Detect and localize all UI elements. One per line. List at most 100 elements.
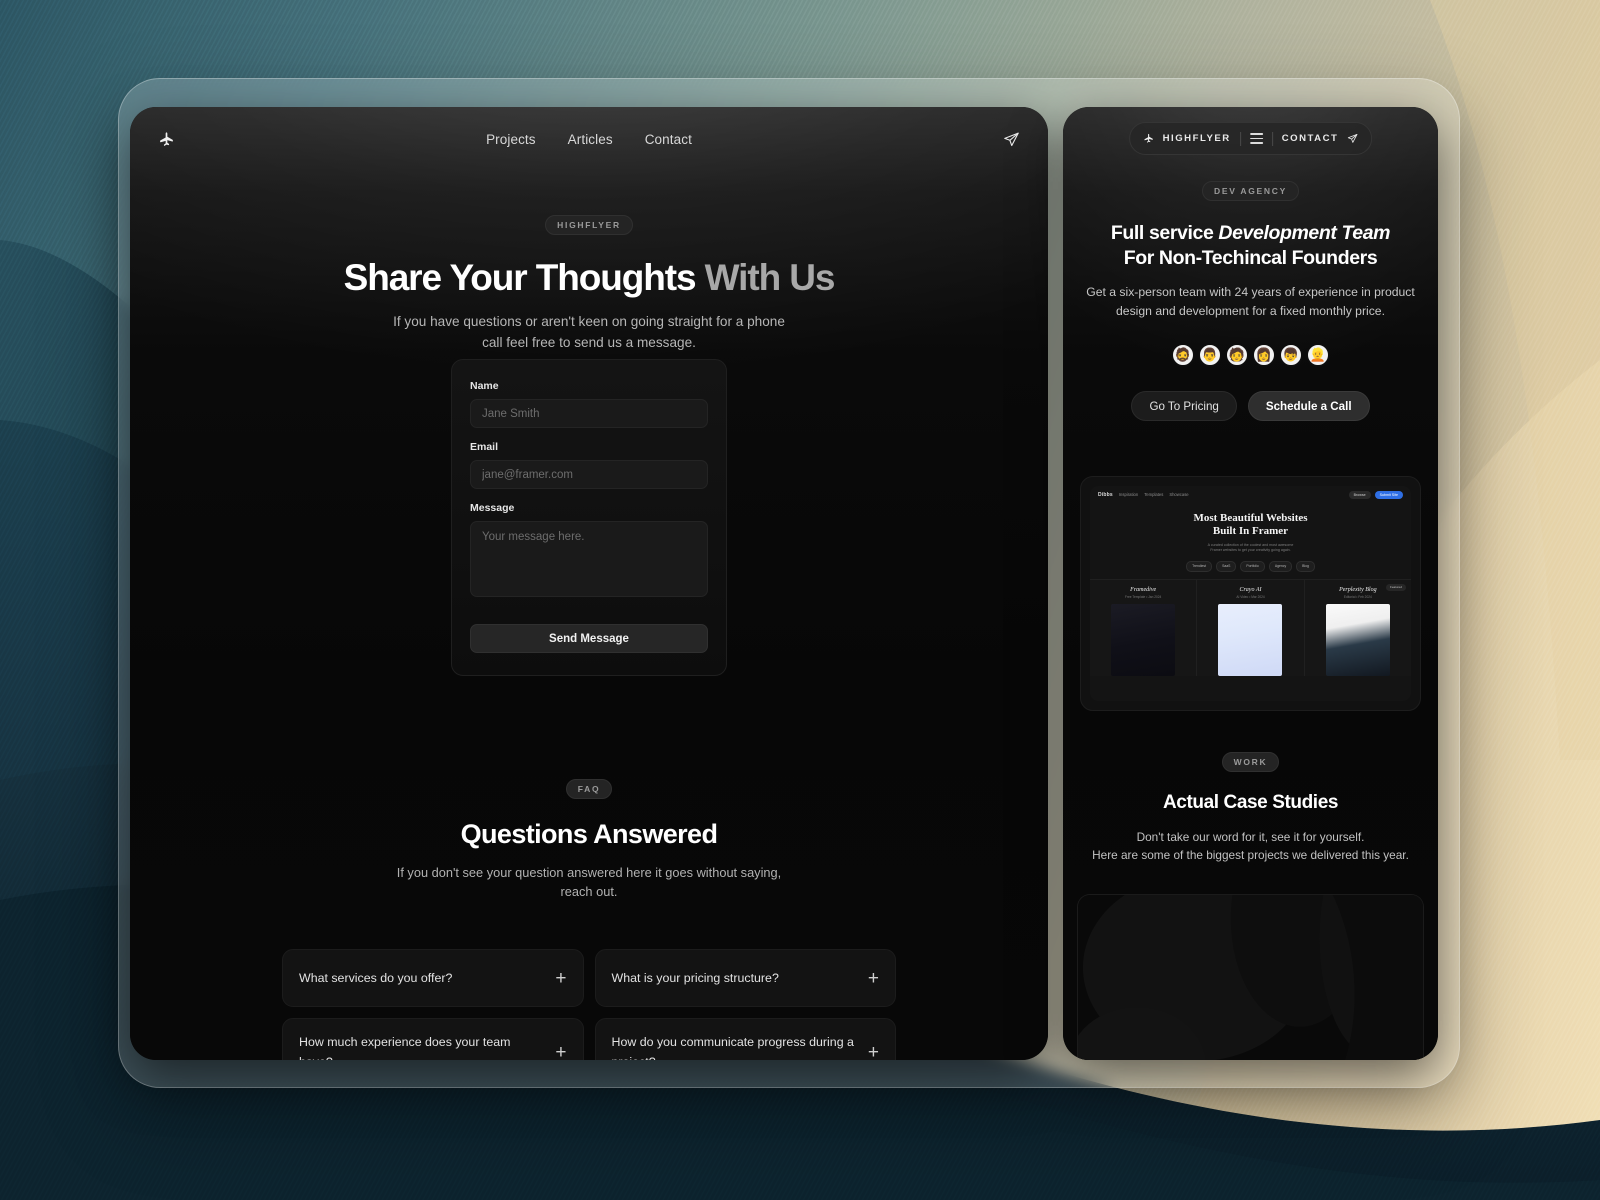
faq-question: What services do you offer? xyxy=(299,970,453,985)
preview-tab[interactable]: Trendiest xyxy=(1186,560,1213,572)
preview-submit-chip[interactable]: Submit Site xyxy=(1374,490,1403,499)
hero-badge: HIGHFLYER xyxy=(545,215,633,235)
faq-title: Questions Answered xyxy=(460,819,718,849)
right-hero: DEV AGENCY Full service Development Team… xyxy=(1063,181,1438,422)
preview-headline-line1: Most Beautiful Websites xyxy=(1193,512,1308,524)
right-floating-nav: HIGHFLYER CONTACT xyxy=(1128,122,1373,155)
plus-icon[interactable]: + xyxy=(868,1043,879,1060)
hero-title-line2: For Non-Techincal Founders xyxy=(1123,246,1378,269)
send-icon[interactable] xyxy=(1347,133,1358,144)
preview-showcase-card[interactable]: Crayo AI AI Video • Mar 2024 xyxy=(1197,579,1304,676)
preview-card-subtitle: AI Video • Mar 2024 xyxy=(1236,594,1265,599)
preview-showcase-grid: Framedive Free Template • Jan 2024 Crayo… xyxy=(1090,578,1411,676)
hero-title-italic: Development Team xyxy=(1218,222,1391,244)
send-icon[interactable] xyxy=(1003,131,1020,148)
faq-question: What is your pricing structure? xyxy=(611,970,779,985)
preview-showcase-card[interactable]: Framedive Free Template • Jan 2024 xyxy=(1090,579,1197,676)
message-label: Message xyxy=(470,502,515,514)
preview-card-thumbnail xyxy=(1325,603,1390,676)
preview-browse-chip[interactable]: Browse xyxy=(1348,490,1371,499)
faq-item[interactable]: How do you communicate progress during a… xyxy=(594,1018,896,1060)
showcase-preview-card: Dibbs Inspiration Templates Showcase Bro… xyxy=(1080,476,1421,711)
preview-filter-tabs: Trendiest SaaS Portfolio Agency Blog xyxy=(1090,560,1411,572)
plus-icon[interactable]: + xyxy=(868,969,879,988)
faq-subtitle-line2: reach out. xyxy=(560,884,618,900)
hamburger-icon[interactable] xyxy=(1249,133,1263,144)
case-study-image[interactable] xyxy=(1077,894,1424,1060)
preview-tab[interactable]: Portfolio xyxy=(1240,560,1265,572)
email-input[interactable] xyxy=(470,460,708,489)
hero-title: Full service Development Team For Non-Tec… xyxy=(1081,221,1420,270)
work-section: WORK Actual Case Studies Don't take our … xyxy=(1063,752,1438,865)
page-title-bright: Share Your Thoughts xyxy=(343,257,697,298)
hero-badge: DEV AGENCY xyxy=(1202,181,1299,201)
preview-headline: Most Beautiful Websites Built In Framer xyxy=(1090,512,1411,539)
preview-logo: Dibbs xyxy=(1098,491,1113,498)
preview-nav-link[interactable]: Templates xyxy=(1144,492,1163,497)
right-preview-panel: HIGHFLYER CONTACT DEV AGENCY Full servic… xyxy=(1063,107,1438,1060)
avatar: 🧔 xyxy=(1171,343,1195,368)
work-title: Actual Case Studies xyxy=(1162,792,1339,813)
preview-nav-link[interactable]: Inspiration xyxy=(1119,492,1138,497)
preview-tab[interactable]: Agency xyxy=(1268,560,1293,572)
faq-subtitle: If you don't see your question answered … xyxy=(130,863,1048,901)
preview-card-subtitle: Free Template • Jan 2024 xyxy=(1125,594,1162,599)
name-label: Name xyxy=(470,380,499,392)
nav-contact-label[interactable]: CONTACT xyxy=(1282,133,1339,144)
nav-link-articles[interactable]: Articles xyxy=(568,132,613,147)
preview-card-thumbnail xyxy=(1111,603,1176,676)
preview-showcase-card[interactable]: Featured Perplexity Blog Editorial • Feb… xyxy=(1304,579,1411,676)
avatar: 👱 xyxy=(1306,343,1330,368)
faq-badge: FAQ xyxy=(565,779,613,799)
plus-icon[interactable]: + xyxy=(555,1043,566,1060)
page-title: Share Your Thoughts With Us xyxy=(130,257,1048,298)
preview-paragraph: A curated collection of the coolest and … xyxy=(1090,543,1411,554)
page-title-dim: With Us xyxy=(695,257,836,298)
hero-subtitle: If you have questions or aren't keen on … xyxy=(130,312,1048,352)
nav-link-projects[interactable]: Projects xyxy=(486,132,536,147)
hero-subtitle-line1: Get a six-person team with 24 years of e… xyxy=(1086,285,1415,300)
hero-title-plain: Full service xyxy=(1110,222,1219,244)
hero-subtitle-line2: call feel free to send us a message. xyxy=(482,334,696,350)
faq-question: How do you communicate progress during a… xyxy=(611,1035,854,1060)
left-nav-links: Projects Articles Contact xyxy=(486,132,692,147)
faq-item[interactable]: What is your pricing structure? + xyxy=(594,949,896,1008)
preview-card-badge: Featured xyxy=(1385,583,1406,591)
hero-subtitle: Get a six-person team with 24 years of e… xyxy=(1081,283,1420,320)
brand-label: HIGHFLYER xyxy=(1162,133,1231,144)
hero-subtitle-line1: If you have questions or aren't keen on … xyxy=(393,314,785,330)
schedule-call-button[interactable]: Schedule a Call xyxy=(1247,391,1370,422)
nav-link-contact[interactable]: Contact xyxy=(645,132,692,147)
left-hero: HIGHFLYER Share Your Thoughts With Us If… xyxy=(130,215,1048,353)
preview-tab[interactable]: SaaS xyxy=(1216,560,1237,572)
send-message-button[interactable]: Send Message xyxy=(470,624,708,653)
preview-nav-link[interactable]: Showcase xyxy=(1169,492,1188,497)
preview-card-subtitle: Editorial • Feb 2024 xyxy=(1343,594,1372,599)
team-avatars: 🧔 👨 🧑 👩 👦 👱 xyxy=(1081,343,1420,368)
name-input[interactable] xyxy=(470,399,708,428)
airplane-icon[interactable] xyxy=(158,131,175,148)
airplane-icon xyxy=(1143,133,1154,144)
faq-item[interactable]: How much experience does your team have?… xyxy=(282,1018,584,1060)
work-badge: WORK xyxy=(1221,752,1280,772)
hero-cta-group: Go To Pricing Schedule a Call xyxy=(1081,391,1420,422)
plus-icon[interactable]: + xyxy=(555,969,566,988)
nav-divider xyxy=(1271,131,1273,146)
faq-item[interactable]: What services do you offer? + xyxy=(282,949,584,1008)
work-subtitle-line1: Don't take our word for it, see it for y… xyxy=(1136,830,1365,844)
work-subtitle-line2: Here are some of the biggest projects we… xyxy=(1092,848,1409,863)
message-textarea[interactable] xyxy=(470,521,708,597)
preview-card-thumbnail xyxy=(1218,603,1283,676)
faq-question: How much experience does your team have? xyxy=(299,1035,511,1060)
faq-section: FAQ Questions Answered If you don't see … xyxy=(130,779,1048,1060)
faq-subtitle-line1: If you don't see your question answered … xyxy=(396,865,782,880)
email-label: Email xyxy=(470,441,499,453)
preview-headline-line2: Built In Framer xyxy=(1212,525,1289,538)
preview-card-title: Framedive xyxy=(1130,586,1157,593)
go-to-pricing-button[interactable]: Go To Pricing xyxy=(1131,391,1237,422)
left-preview-panel: Projects Articles Contact HIGHFLYER Shar… xyxy=(130,107,1048,1060)
work-subtitle: Don't take our word for it, see it for y… xyxy=(1077,828,1424,865)
preview-tab[interactable]: Blog xyxy=(1296,560,1315,572)
preview-card-title: Crayo AI xyxy=(1239,586,1262,593)
avatar: 🧑 xyxy=(1225,343,1249,368)
